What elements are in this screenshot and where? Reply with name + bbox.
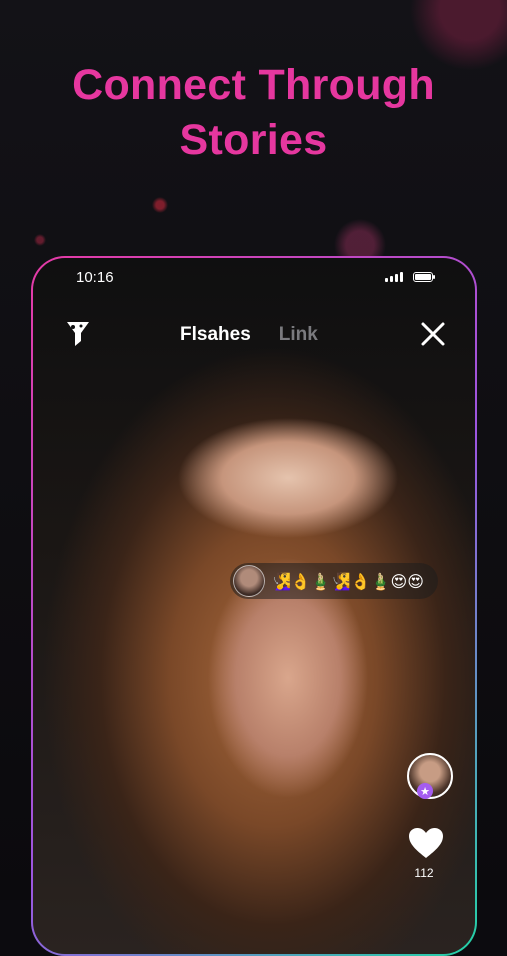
headline-line1: Connect Through [72, 61, 435, 109]
story-tabs: Flsahes Link [180, 324, 318, 346]
star-badge-icon: ★ [417, 783, 433, 799]
close-icon[interactable] [419, 320, 447, 348]
battery-icon [413, 272, 435, 282]
headline: Connect Through Stories [0, 58, 507, 168]
commenter-avatar[interactable] [233, 565, 265, 597]
signal-icon [385, 272, 403, 282]
story-header: Flsahes Link [33, 316, 475, 352]
comment-bubble: 🧏‍♀️👌🎍🧏‍♀️👌🎍😍😍 [230, 563, 438, 599]
like-count: 112 [414, 866, 434, 880]
phone-frame: 10:16 Flsahes Link 🧏‍♀️👌🎍🧏‍♀ [31, 256, 477, 956]
tab-flashes[interactable]: Flsahes [180, 324, 251, 346]
heart-icon[interactable] [407, 826, 445, 860]
status-time: 10:16 [76, 269, 114, 286]
comment-text: 🧏‍♀️👌🎍🧏‍♀️👌🎍😍😍 [271, 571, 424, 591]
filter-icon[interactable] [64, 319, 92, 349]
story-screen[interactable]: 10:16 Flsahes Link 🧏‍♀️👌🎍🧏‍♀ [33, 258, 475, 954]
tab-link[interactable]: Link [279, 324, 318, 346]
profile-avatar[interactable]: ★ [407, 753, 453, 799]
status-bar: 10:16 [33, 266, 475, 290]
headline-line2: Stories [179, 116, 328, 164]
